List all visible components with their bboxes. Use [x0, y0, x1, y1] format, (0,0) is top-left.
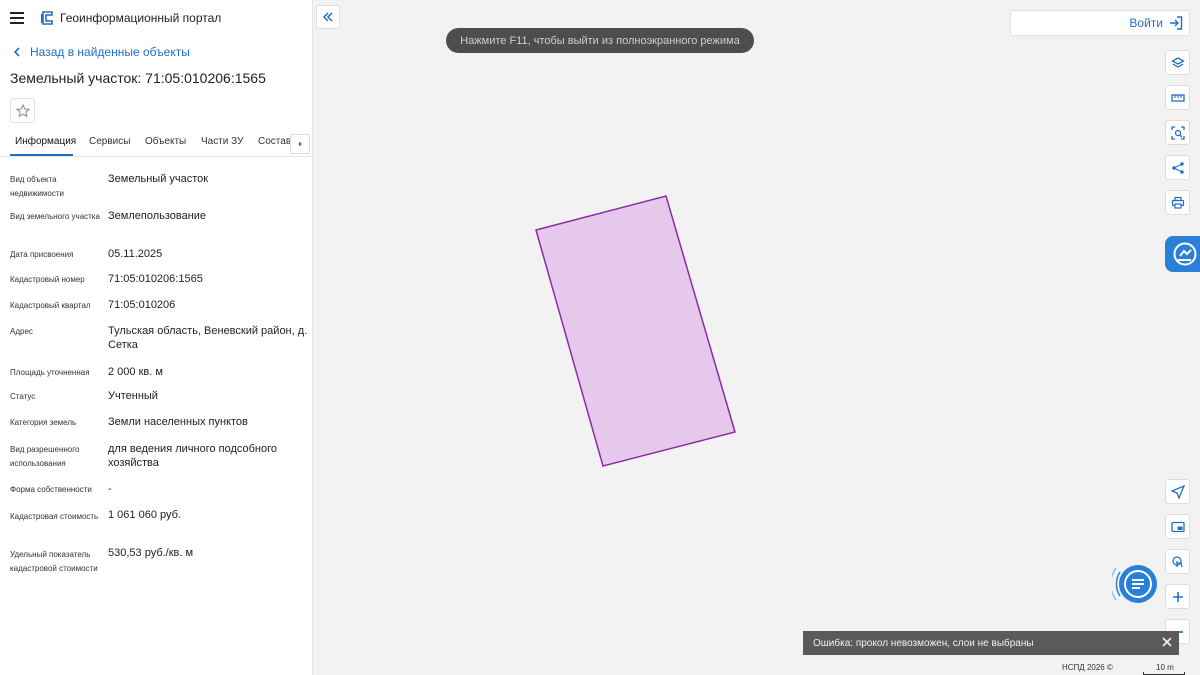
area-select-button[interactable] — [1165, 120, 1190, 145]
navigate-icon — [1170, 484, 1185, 499]
layers-button[interactable] — [1165, 50, 1190, 75]
assistant-icon — [1173, 242, 1197, 266]
map-attribution: НСПД 2026 © — [1062, 663, 1113, 672]
print-icon — [1171, 196, 1184, 209]
layers-icon — [1170, 56, 1185, 68]
chat-icon — [1110, 565, 1157, 603]
close-icon[interactable] — [1161, 636, 1173, 648]
scale-label: 10 m — [1156, 663, 1174, 672]
print-button[interactable] — [1165, 190, 1190, 215]
minimap-icon — [1170, 521, 1185, 532]
measure-button[interactable] — [1165, 85, 1190, 110]
parcel-polygon[interactable] — [535, 195, 736, 467]
chat-button[interactable] — [1110, 558, 1164, 610]
navigate-button[interactable] — [1165, 479, 1190, 504]
zoom-in-button[interactable] — [1165, 584, 1190, 609]
error-toast: Ошибка: прокол невозможен, слои не выбра… — [803, 631, 1179, 655]
minimap-button[interactable] — [1165, 514, 1190, 539]
area-select-icon — [1170, 125, 1185, 140]
assistant-badge[interactable] — [1165, 236, 1200, 272]
map-canvas[interactable] — [0, 0, 1200, 675]
error-message: Ошибка: прокол невозможен, слои не выбра… — [813, 637, 1034, 649]
touch-mode-button[interactable] — [1165, 549, 1190, 574]
share-icon — [1171, 161, 1184, 174]
share-button[interactable] — [1165, 155, 1190, 180]
ruler-icon — [1170, 93, 1185, 102]
touch-icon — [1171, 555, 1183, 567]
zoom-in-icon — [1172, 591, 1183, 602]
